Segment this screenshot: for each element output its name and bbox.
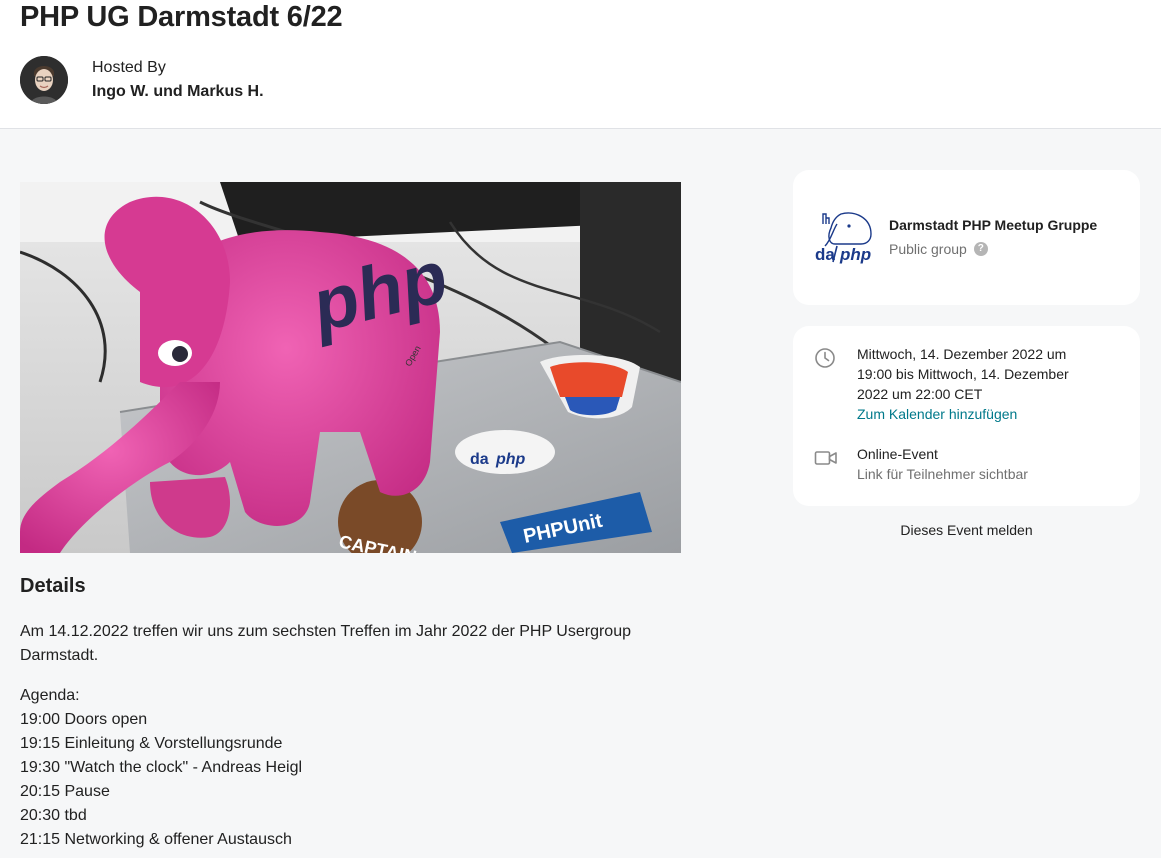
agenda-item: 20:15 Pause <box>20 783 110 800</box>
agenda: Agenda: 19:00 Doors open 19:15 Einleitun… <box>20 684 700 852</box>
event-header: PHP UG Darmstadt 6/22 Hosted By Ingo W. … <box>0 0 1161 129</box>
svg-text:da: da <box>815 245 835 264</box>
add-to-calendar-link[interactable]: Zum Kalender hinzufügen <box>857 404 1017 424</box>
event-info-card: Mittwoch, 14. Dezember 2022 um 19:00 bis… <box>793 326 1140 506</box>
details-intro: Am 14.12.2022 treffen wir uns zum sechst… <box>20 623 631 664</box>
online-event-label: Online-Event <box>857 446 938 462</box>
attendee-link-note: Link für Teilnehmer sichtbar <box>857 466 1028 482</box>
agenda-item: 20:30 tbd <box>20 807 87 824</box>
agenda-item: 19:30 "Watch the clock" - Andreas Heigl <box>20 759 303 776</box>
group-type: Public group ? <box>889 240 988 258</box>
group-card[interactable]: da php Darmstadt PHP Meetup Gruppe Publi… <box>793 170 1140 305</box>
host-portrait-image <box>20 56 68 104</box>
host-names[interactable]: Ingo W. und Markus H. <box>92 82 264 102</box>
host-avatar[interactable] <box>20 56 68 104</box>
agenda-item: 19:00 Doors open <box>20 711 148 728</box>
report-event-link[interactable]: Dieses Event melden <box>793 520 1140 540</box>
dapphp-logo-image: da php <box>815 212 872 264</box>
pink-elephpant-photo: da php PHPUnit CAPTAIN php Open <box>20 182 681 553</box>
svg-text:php: php <box>495 451 526 468</box>
dapphp-sticker: da php <box>455 430 555 474</box>
group-name[interactable]: Darmstadt PHP Meetup Gruppe <box>889 216 1097 234</box>
hosted-by-label: Hosted By <box>92 59 166 76</box>
agenda-item: 19:15 Einleitung & Vorstellungsrunde <box>20 735 283 752</box>
svg-text:php: php <box>839 245 871 264</box>
svg-text:da: da <box>470 451 489 468</box>
details-heading: Details <box>20 575 86 597</box>
question-circle-icon[interactable]: ? <box>973 242 988 256</box>
event-title: PHP UG Darmstadt 6/22 <box>20 1 343 33</box>
video-camera-icon <box>814 451 837 465</box>
group-logo[interactable]: da php <box>815 210 875 264</box>
event-photo: da php PHPUnit CAPTAIN php Open <box>20 182 681 553</box>
group-type-label: Public group <box>889 241 967 257</box>
agenda-label: Agenda: <box>20 687 80 704</box>
agenda-item: 21:15 Networking & offener Austausch <box>20 831 292 848</box>
event-datetime: Mittwoch, 14. Dezember 2022 um 19:00 bis… <box>857 346 1069 402</box>
clock-icon <box>815 348 835 368</box>
